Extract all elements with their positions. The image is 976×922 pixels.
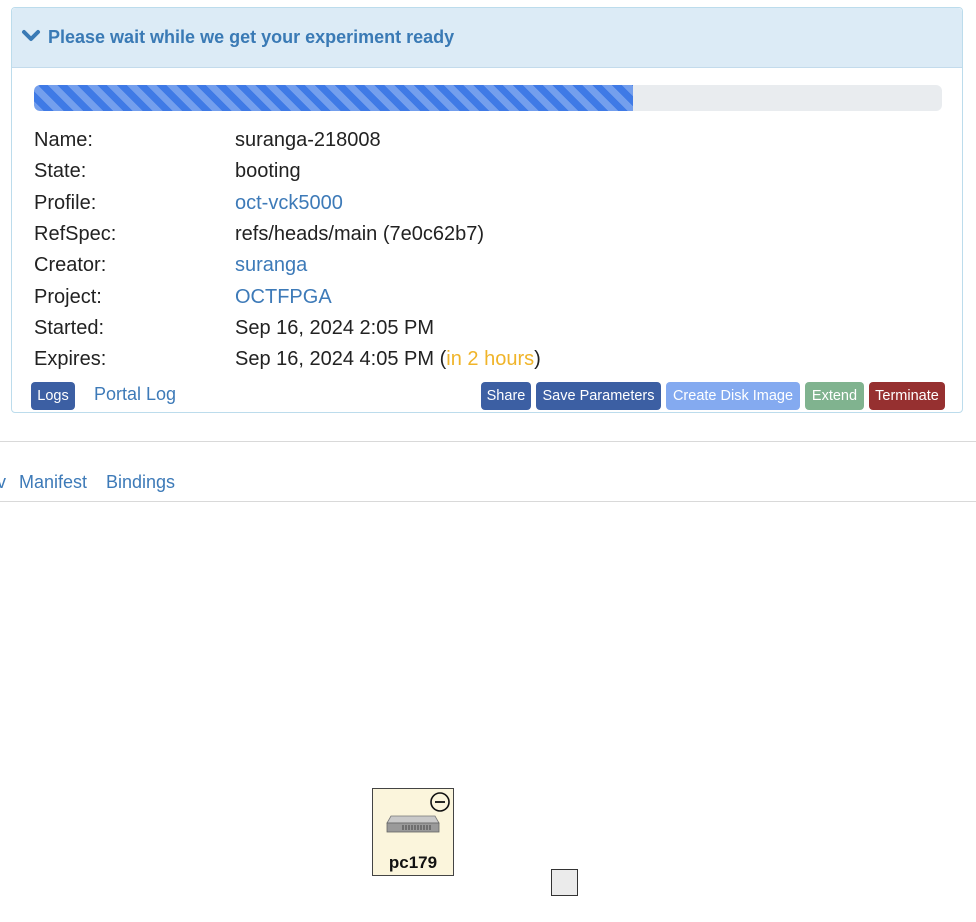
- project-link[interactable]: OCTFPGA: [235, 286, 332, 309]
- node-name-label: pc179: [388, 853, 438, 872]
- creator-label: Creator:: [34, 254, 107, 277]
- topology-node[interactable]: pc179: [372, 788, 454, 876]
- panel-heading[interactable]: Please wait while we get your experiment…: [12, 8, 962, 68]
- expires-value: Sep 16, 2024 4:05 PM (in 2 hours): [235, 348, 541, 371]
- expires-relative: in 2 hours: [446, 348, 535, 371]
- info-row-project: Project: OCTFPGA: [34, 281, 541, 312]
- refspec-value: refs/heads/main (7e0c62b7): [235, 223, 485, 246]
- info-row-name: Name: suranga-218008: [34, 125, 541, 156]
- share-button[interactable]: Share: [481, 382, 531, 410]
- refspec-label: RefSpec:: [34, 223, 117, 246]
- server-icon: [386, 815, 440, 833]
- tab-topology-partial[interactable]: v: [0, 472, 6, 493]
- expires-date: Sep 16, 2024 4:05 PM: [235, 348, 435, 371]
- progress-bar-fill: [34, 85, 634, 111]
- info-row-state: State: booting: [34, 156, 541, 187]
- chevron-down-icon: [22, 29, 40, 41]
- minus-circle-icon[interactable]: [429, 791, 451, 813]
- experiment-info: Name: suranga-218008 State: booting Prof…: [34, 125, 541, 375]
- info-row-started: Started: Sep 16, 2024 2:05 PM: [34, 313, 541, 344]
- create-disk-image-button[interactable]: Create Disk Image: [666, 382, 800, 410]
- profile-label: Profile:: [34, 191, 97, 214]
- progress-bar: [34, 85, 942, 111]
- topology-lan-box[interactable]: [551, 869, 578, 896]
- info-row-expires: Expires: Sep 16, 2024 4:05 PM (in 2 hour…: [34, 344, 541, 375]
- name-label: Name:: [34, 129, 93, 152]
- panel-title: Please wait while we get your experiment…: [48, 27, 455, 47]
- tab-bar-divider: [0, 501, 976, 502]
- tab-manifest[interactable]: Manifest: [19, 472, 87, 493]
- profile-link[interactable]: oct-vck5000: [235, 192, 343, 215]
- started-value: Sep 16, 2024 2:05 PM: [235, 316, 435, 339]
- save-parameters-button[interactable]: Save Parameters: [536, 382, 661, 410]
- expires-close-paren: ): [534, 348, 541, 371]
- project-label: Project:: [34, 285, 102, 308]
- logs-button[interactable]: Logs: [31, 382, 75, 410]
- portal-log-link[interactable]: Portal Log: [94, 384, 176, 405]
- info-row-profile: Profile: oct-vck5000: [34, 188, 541, 219]
- info-row-refspec: RefSpec: refs/heads/main (7e0c62b7): [34, 219, 541, 250]
- name-value: suranga-218008: [235, 129, 381, 152]
- state-value: booting: [235, 160, 301, 183]
- extend-button[interactable]: Extend: [805, 382, 864, 410]
- info-row-creator: Creator: suranga: [34, 250, 541, 281]
- section-divider: [0, 441, 976, 442]
- expires-label: Expires:: [34, 348, 107, 371]
- tab-bindings[interactable]: Bindings: [106, 472, 175, 493]
- terminate-button[interactable]: Terminate: [869, 382, 945, 410]
- started-label: Started:: [34, 316, 105, 339]
- creator-link[interactable]: suranga: [235, 254, 307, 277]
- experiment-status-panel: Please wait while we get your experiment…: [11, 7, 963, 413]
- state-label: State:: [34, 160, 87, 183]
